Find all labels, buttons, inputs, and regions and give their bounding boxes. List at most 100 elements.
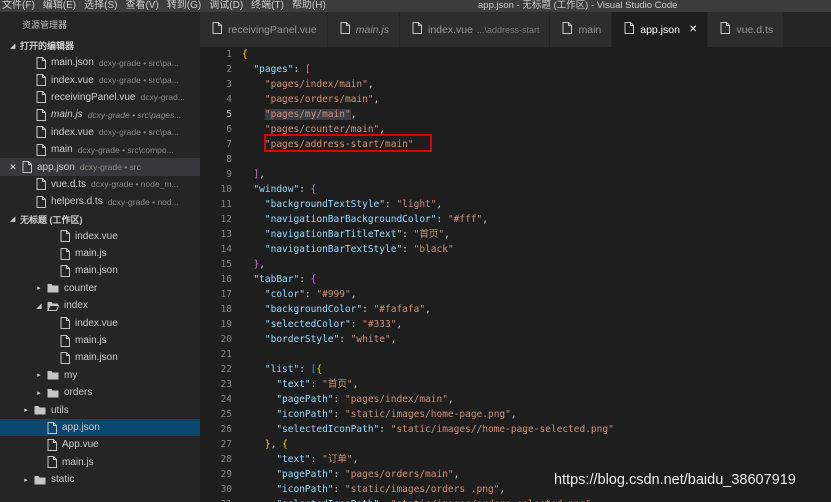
code-token: "iconPath" [276, 484, 334, 495]
code-line[interactable]: }, [242, 257, 831, 272]
code-line[interactable]: "pagePath": "pages/index/main", [242, 392, 831, 407]
code-line[interactable]: "selectedIconPath": "static/images/order… [242, 497, 831, 502]
code-token: { [282, 439, 288, 450]
code-line[interactable]: "text": "首页", [242, 377, 831, 392]
menu-selection[interactable]: 选择(S) [80, 0, 121, 12]
code-line[interactable]: "pages/index/main", [242, 77, 831, 92]
file-item[interactable]: App.vue [0, 436, 200, 453]
folder-item[interactable]: ▸ utils [0, 401, 200, 418]
menu-view[interactable]: 查看(V) [121, 0, 162, 12]
open-editor-item[interactable]: helpers.d.ts dcxy-grade • nod... [0, 193, 200, 210]
open-editors-header[interactable]: ◢ 打开的编辑器 [0, 37, 200, 54]
tab-receivingpanel-vue[interactable]: receivingPanel.vue [200, 12, 328, 47]
open-editor-item[interactable]: main.js dcxy-grade • src\pages... [0, 106, 200, 123]
file-name: main.json [75, 352, 118, 364]
file-item[interactable]: main.json [0, 262, 200, 279]
code-token: , [510, 409, 517, 420]
code-line[interactable]: "pages/my/main", [242, 107, 831, 122]
code-line[interactable]: "window": { [242, 182, 831, 197]
folder-item[interactable]: ▸ orders [0, 384, 200, 401]
file-item[interactable]: main.js [0, 245, 200, 262]
file-item[interactable]: index.vue [0, 228, 200, 245]
file-icon [36, 178, 46, 191]
menu-bar: 文件(F) 编辑(E) 选择(S) 查看(V) 转到(G) 调试(D) 终端(T… [0, 0, 330, 12]
menu-edit[interactable]: 编辑(E) [39, 0, 80, 12]
code-token: "pages/orders/main" [344, 469, 454, 480]
menu-go[interactable]: 转到(G) [163, 0, 205, 12]
folder-item[interactable]: ▸ counter [0, 280, 200, 297]
open-editor-item[interactable]: ✕ app.json dcxy-grade • src [0, 158, 200, 176]
code-line[interactable] [242, 347, 831, 362]
code-token: : [385, 199, 397, 210]
open-editor-path: dcxy-grade • src\pa... [98, 57, 179, 68]
tab-vue-d-ts[interactable]: vue.d.ts [708, 12, 785, 47]
menu-debug[interactable]: 调试(D) [205, 0, 247, 12]
code-line[interactable]: "color": "#999", [242, 287, 831, 302]
tab-main[interactable]: main [550, 12, 613, 47]
close-icon[interactable]: ✕ [4, 162, 22, 173]
code-line[interactable]: "navigationBarBackgroundColor": "#fff", [242, 212, 831, 227]
open-editor-item[interactable]: receivingPanel.vue dcxy-grad... [0, 89, 200, 106]
menu-file[interactable]: 文件(F) [0, 0, 39, 12]
code-token: : [333, 409, 345, 420]
code-line[interactable]: { [242, 47, 831, 62]
code-line[interactable]: "pages/counter/main", [242, 122, 831, 137]
menu-terminal[interactable]: 终端(T) [247, 0, 288, 12]
code-line[interactable]: "iconPath": "static/images/home-page.png… [242, 407, 831, 422]
code-line[interactable]: ], [242, 167, 831, 182]
file-item[interactable]: main.json [0, 349, 200, 366]
workspace-header[interactable]: ◢ 无标题 (工作区) [0, 211, 200, 228]
file-item[interactable]: main.js [0, 454, 200, 471]
code-line[interactable]: "selectedColor": "#333", [242, 317, 831, 332]
code-line[interactable]: "text": "订单", [242, 452, 831, 467]
line-number: 26 [220, 424, 232, 435]
file-name: app.json [62, 422, 100, 433]
open-editor-item[interactable]: index.vue dcxy-grade • src\pa... [0, 71, 200, 88]
code-token: : [402, 229, 414, 240]
code-line[interactable]: "list": [{ [242, 362, 831, 377]
code-line[interactable]: "borderStyle": "white", [242, 332, 831, 347]
file-icon [340, 22, 350, 37]
menu-help[interactable]: 帮助(H) [288, 0, 330, 12]
open-editor-item[interactable]: index.vue dcxy-grade • src\pa... [0, 124, 200, 141]
code-editor[interactable]: 1 2 3 4 5 6 7 8 9 10 11 12 13 14 15 16 17 18 19 20 21 22 23 24 2… [200, 47, 831, 502]
code-area[interactable]: { "pages": [ "pages/index/main", "pages/… [242, 47, 831, 502]
folder-item[interactable]: ◢ index [0, 297, 200, 314]
code-line[interactable]: "pages/address-start/main" [242, 137, 831, 152]
file-item[interactable]: main.js [0, 332, 200, 349]
code-line[interactable]: "pages/orders/main", [242, 92, 831, 107]
code-line[interactable]: "tabBar": { [242, 272, 831, 287]
open-editor-item[interactable]: vue.d.ts dcxy-grade • node_m... [0, 176, 200, 193]
tab-index-vue[interactable]: index.vue ...\address-start [400, 12, 551, 47]
line-number: 5 [226, 109, 232, 120]
code-line[interactable]: }, { [242, 437, 831, 452]
tab-main-js[interactable]: main.js [327, 12, 400, 47]
code-line[interactable]: "selectedIconPath": "static/images//home… [242, 422, 831, 437]
close-icon[interactable]: ✕ [689, 24, 697, 35]
code-line[interactable]: "navigationBarTitleText": "首页", [242, 227, 831, 242]
code-line[interactable]: "backgroundColor": "#fafafa", [242, 302, 831, 317]
folder-item[interactable]: ▸ static [0, 471, 200, 488]
folder-item[interactable]: ▸ my [0, 367, 200, 384]
explorer-header: 资源管理器 [0, 12, 200, 37]
watermark: https://blog.csdn.net/baidu_38607919 [554, 472, 796, 488]
file-item[interactable]: app.json [0, 418, 200, 437]
file-name: index.vue [75, 230, 118, 242]
code-token: "navigationBarTextStyle" [264, 244, 403, 255]
open-editor-item[interactable]: main.json dcxy-grade • src\pa... [0, 54, 200, 71]
code-token: , [350, 109, 357, 120]
code-token: : [333, 469, 345, 480]
code-line[interactable]: "backgroundTextStyle": "light", [242, 197, 831, 212]
title-bar: 文件(F) 编辑(E) 选择(S) 查看(V) 转到(G) 调试(D) 终端(T… [0, 0, 831, 12]
code-line[interactable]: "navigationBarTextStyle": "black" [242, 242, 831, 257]
code-line[interactable]: "pages": [ [242, 62, 831, 77]
file-icon [36, 126, 46, 139]
code-line[interactable] [242, 152, 831, 167]
folder-name: utils [51, 404, 69, 416]
file-item[interactable]: index.vue [0, 314, 200, 331]
tab-app-json[interactable]: app.json ✕ [612, 12, 709, 47]
open-editor-item[interactable]: main dcxy-grade • src\compo... [0, 141, 200, 158]
editor-tabs: receivingPanel.vue main.js index.vue ...\ad… [200, 12, 831, 47]
